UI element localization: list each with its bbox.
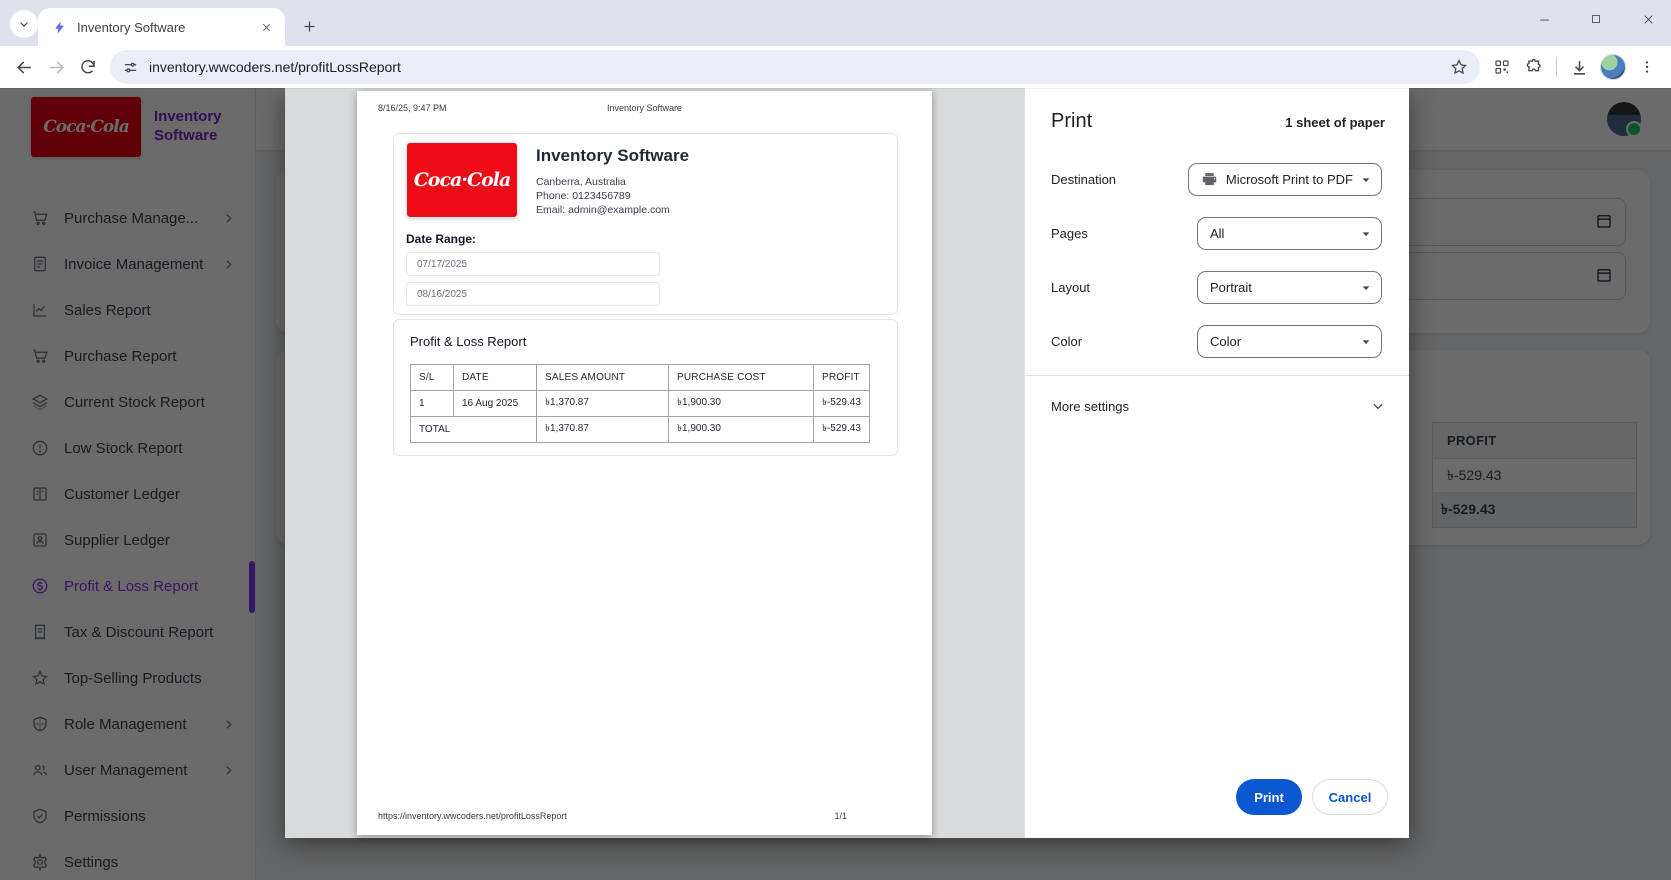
layout-select[interactable]: Portrait xyxy=(1197,271,1382,304)
table-cell: 16 Aug 2025 xyxy=(454,391,537,417)
company-card: Coca·Cola Inventory Software Canberra, A… xyxy=(393,133,898,315)
chevron-down-icon xyxy=(18,18,30,30)
panel-divider xyxy=(1025,375,1409,376)
report-title: Profit & Loss Report xyxy=(410,334,526,349)
favicon-bolt-icon xyxy=(52,20,67,35)
table-cell: ৳1,370.87 xyxy=(537,391,669,417)
back-arrow-icon xyxy=(15,58,34,77)
dialog-title: Print xyxy=(1051,110,1092,133)
reload-button[interactable] xyxy=(72,51,104,83)
forward-button[interactable] xyxy=(40,51,72,83)
color-row: Color Color xyxy=(1051,325,1382,358)
tab-search-button[interactable] xyxy=(10,10,38,38)
print-doc-title: Inventory Software xyxy=(538,103,751,113)
panel-actions: Print Cancel xyxy=(1236,779,1388,815)
new-tab-button[interactable] xyxy=(296,13,322,39)
table-header-cell: S/L xyxy=(411,365,454,391)
date-range-label: Date Range: xyxy=(406,232,476,246)
downloads-icon[interactable] xyxy=(1563,51,1595,83)
profit-loss-table: S/LDATESALES AMOUNTPURCHASE COSTPROFIT 1… xyxy=(410,364,870,443)
preview-page: 8/16/25, 9:47 PM Inventory Software Coca… xyxy=(357,91,932,835)
table-header-cell: PURCHASE COST xyxy=(669,365,814,391)
qr-code-icon[interactable] xyxy=(1486,51,1518,83)
table-cell: ৳1,900.30 xyxy=(669,391,814,417)
caret-down-icon xyxy=(1361,229,1371,239)
print-header: 8/16/25, 9:47 PM Inventory Software xyxy=(378,103,911,113)
caret-down-icon xyxy=(1361,283,1371,293)
company-logo-print: Coca·Cola xyxy=(406,142,518,218)
tab-strip: Inventory Software xyxy=(0,0,1671,46)
print-button[interactable]: Print xyxy=(1236,779,1302,815)
url-text[interactable]: inventory.wwcoders.net/profitLossReport xyxy=(149,59,1450,75)
plus-icon xyxy=(302,19,317,34)
print-settings-panel: Print 1 sheet of paper Destination Micro… xyxy=(1024,88,1409,838)
print-preview-pane: 8/16/25, 9:47 PM Inventory Software Coca… xyxy=(285,88,1024,838)
layout-row: Layout Portrait xyxy=(1051,271,1382,304)
print-dialog: 8/16/25, 9:47 PM Inventory Software Coca… xyxy=(285,88,1409,838)
table-row: 116 Aug 2025৳1,370.87৳1,900.30৳-529.43 xyxy=(411,391,870,417)
company-name: Inventory Software xyxy=(536,146,689,166)
caret-down-icon xyxy=(1361,175,1371,185)
table-cell: 1 xyxy=(411,391,454,417)
table-total-cell: TOTAL xyxy=(411,417,537,443)
maximize-button[interactable] xyxy=(1581,6,1611,32)
date-from-input: 07/17/2025 xyxy=(406,252,660,276)
table-head: S/LDATESALES AMOUNTPURCHASE COSTPROFIT xyxy=(411,365,870,391)
printer-icon xyxy=(1201,171,1218,188)
table-total-cell: ৳-529.43 xyxy=(814,417,870,443)
caret-down-icon xyxy=(1361,337,1371,347)
address-bar[interactable]: inventory.wwcoders.net/profitLossReport xyxy=(110,50,1480,84)
back-button[interactable] xyxy=(8,51,40,83)
print-timestamp: 8/16/25, 9:47 PM xyxy=(378,103,538,113)
report-card: Profit & Loss Report S/LDATESALES AMOUNT… xyxy=(393,319,898,456)
pages-row: Pages All xyxy=(1051,217,1382,250)
table-total-cell: ৳1,900.30 xyxy=(669,417,814,443)
panel-header: Print 1 sheet of paper xyxy=(1051,110,1385,133)
table-header-cell: PROFIT xyxy=(814,365,870,391)
browser-toolbar: inventory.wwcoders.net/profitLossReport xyxy=(0,46,1671,88)
date-to-input: 08/16/2025 xyxy=(406,282,660,306)
destination-row: Destination Microsoft Print to PDF xyxy=(1051,163,1382,196)
table-total-cell: ৳1,370.87 xyxy=(537,417,669,443)
table-body: 116 Aug 2025৳1,370.87৳1,900.30৳-529.43TO… xyxy=(411,391,870,443)
company-email: Email: admin@example.com xyxy=(536,204,670,216)
more-settings-toggle[interactable]: More settings xyxy=(1025,384,1409,428)
bookmark-star-icon[interactable] xyxy=(1450,58,1468,76)
chevron-down-icon xyxy=(1371,399,1385,413)
pages-select[interactable]: All xyxy=(1197,217,1382,250)
tab-close-icon[interactable] xyxy=(257,18,275,36)
profile-avatar[interactable] xyxy=(1600,54,1626,80)
company-address: Canberra, Australia xyxy=(536,176,626,188)
extensions-icon[interactable] xyxy=(1518,51,1550,83)
toolbar-divider xyxy=(1556,57,1557,77)
reload-icon xyxy=(79,58,97,76)
page-number: 1/1 xyxy=(834,811,847,821)
destination-select[interactable]: Microsoft Print to PDF xyxy=(1188,163,1382,196)
color-select[interactable]: Color xyxy=(1197,325,1382,358)
cancel-button[interactable]: Cancel xyxy=(1312,779,1388,815)
browser-tab[interactable]: Inventory Software xyxy=(38,8,285,46)
window-controls xyxy=(1529,6,1663,32)
forward-arrow-icon xyxy=(47,58,66,77)
print-footer: https://inventory.wwcoders.net/profitLos… xyxy=(378,811,911,821)
table-header-cell: SALES AMOUNT xyxy=(537,365,669,391)
site-info-icon[interactable] xyxy=(122,59,139,76)
sheet-count: 1 sheet of paper xyxy=(1285,115,1385,130)
table-total-row: TOTAL৳1,370.87৳1,900.30৳-529.43 xyxy=(411,417,870,443)
menu-kebab-icon[interactable] xyxy=(1631,51,1663,83)
close-window-button[interactable] xyxy=(1633,6,1663,32)
table-header-cell: DATE xyxy=(454,365,537,391)
tab-title: Inventory Software xyxy=(77,20,257,35)
footer-url: https://inventory.wwcoders.net/profitLos… xyxy=(378,811,834,821)
minimize-button[interactable] xyxy=(1529,6,1559,32)
company-phone: Phone: 0123456789 xyxy=(536,190,631,202)
page-content: Coca·Cola Inventory Software Purchase Ma… xyxy=(0,88,1671,880)
table-cell: ৳-529.43 xyxy=(814,391,870,417)
